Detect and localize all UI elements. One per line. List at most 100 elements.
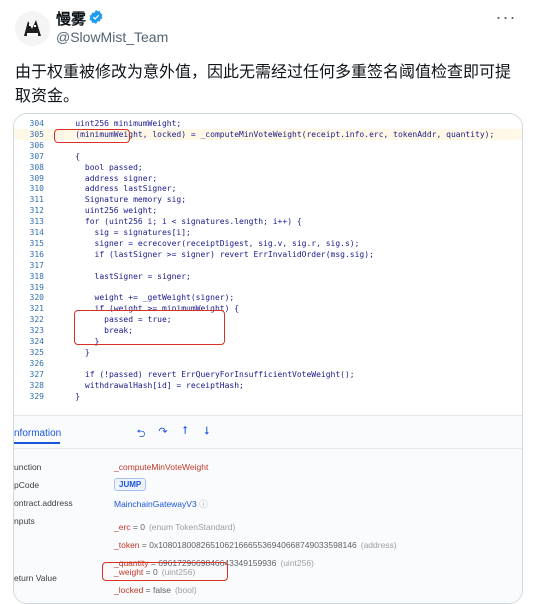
line-number: 318 bbox=[29, 271, 44, 281]
inputs-value: 0x10801800826510621666553694066874903359… bbox=[149, 540, 357, 550]
code-line: 310 address lastSigner; bbox=[14, 183, 522, 194]
code-text: weight += _getWeight(signer); bbox=[56, 293, 235, 303]
step-back-icon[interactable]: ⮌ bbox=[134, 425, 148, 440]
code-line: 325 } bbox=[14, 347, 522, 358]
line-number: 313 bbox=[29, 217, 44, 227]
code-line: 314 sig = signatures[i]; bbox=[14, 227, 522, 238]
line-number: 306 bbox=[29, 140, 44, 150]
code-line: 313 for (uint256 i; i < signatures.lengt… bbox=[14, 216, 522, 227]
code-line: 315 signer = ecrecover(receiptDigest, si… bbox=[14, 238, 522, 249]
line-number: 314 bbox=[29, 228, 44, 237]
code-panel: 304 uint256 minimumWeight; 305 (minimumWe… bbox=[14, 114, 522, 414]
line-number: 323 bbox=[29, 326, 44, 336]
line-number: 305 bbox=[29, 129, 44, 139]
information-divider bbox=[14, 448, 522, 449]
code-text: Signature memory sig; bbox=[56, 195, 187, 205]
returns-name: _locked bbox=[114, 585, 144, 595]
inputs-row: _erc = 0 (enum TokenStandard) bbox=[114, 522, 235, 532]
information-panel: nformation ⮌ ↷ ⭡ ⭣ unction _computeMinVo… bbox=[14, 416, 522, 603]
line-number: 320 bbox=[29, 293, 44, 303]
line-number: 319 bbox=[29, 282, 44, 292]
line-number: 329 bbox=[29, 391, 44, 401]
inputs-eq: = bbox=[139, 540, 150, 550]
line-number: 304 bbox=[29, 119, 44, 128]
code-line: 307 { bbox=[14, 151, 522, 162]
step-over-icon[interactable]: ↷ bbox=[156, 425, 170, 439]
code-text: uint256 weight; bbox=[56, 206, 158, 216]
line-number: 321 bbox=[29, 304, 44, 314]
code-text: { bbox=[56, 151, 81, 161]
avatar[interactable] bbox=[15, 11, 50, 46]
code-line: 327 if (!passed) revert ErrQueryForInsuf… bbox=[14, 369, 522, 380]
code-line: 319 bbox=[14, 282, 522, 293]
verified-badge-icon bbox=[89, 10, 103, 24]
inputs-name: _token bbox=[114, 540, 140, 550]
author-handle[interactable]: @SlowMist_Team bbox=[56, 29, 168, 45]
inputs-type: (enum TokenStandard) bbox=[148, 522, 236, 532]
inputs-value: 0 bbox=[140, 522, 145, 532]
code-text: bool passed; bbox=[56, 162, 143, 172]
inputs-type: (uint256) bbox=[280, 558, 314, 568]
code-line: 317 bbox=[14, 260, 522, 271]
returns-value: false bbox=[153, 585, 171, 595]
label-inputs: nputs bbox=[14, 516, 35, 526]
code-line: 329 } bbox=[14, 391, 522, 402]
code-line: 320 weight += _getWeight(signer); bbox=[14, 292, 522, 303]
code-text: } bbox=[56, 391, 81, 401]
code-line: 309 address signer; bbox=[14, 173, 522, 184]
label-opcode: pCode bbox=[14, 480, 40, 490]
code-text: uint256 minimumWeight; bbox=[56, 119, 182, 128]
tweet-text: 由于权重被修改为意外值，因此无需经过任何多重签名阈值检查即可提取资金。 bbox=[15, 62, 512, 105]
step-down-icon[interactable]: ⭣ bbox=[200, 425, 214, 439]
code-line: 311 Signature memory sig; bbox=[14, 194, 522, 205]
info-circle-icon[interactable]: ⓘ bbox=[199, 499, 208, 509]
line-number: 310 bbox=[29, 184, 44, 194]
line-number: 327 bbox=[29, 369, 44, 379]
inputs-type: (address) bbox=[360, 540, 397, 550]
line-number: 316 bbox=[29, 249, 44, 259]
code-text: if (!passed) revert ErrQueryForInsuffici… bbox=[56, 369, 355, 379]
returns-eq: = bbox=[143, 585, 153, 595]
label-function: unction bbox=[14, 462, 42, 472]
label-contract-address: ontract.address bbox=[14, 498, 73, 508]
returns-row: _locked = false (bool) bbox=[114, 585, 197, 595]
step-up-icon[interactable]: ⭡ bbox=[178, 425, 192, 439]
code-text: address signer; bbox=[56, 173, 158, 183]
annotation-box-minimum-weight bbox=[54, 129, 130, 143]
code-line: 312 uint256 weight; bbox=[14, 205, 522, 216]
function-value: _computeMinVoteWeight bbox=[114, 462, 209, 472]
line-number: 308 bbox=[29, 162, 44, 172]
line-number: 325 bbox=[29, 347, 44, 357]
line-number: 309 bbox=[29, 173, 44, 183]
code-text: signer = ecrecover(receiptDigest, sig.v,… bbox=[56, 238, 360, 248]
slowmist-logo-icon bbox=[15, 11, 50, 46]
code-text: sig = signatures[i]; bbox=[56, 228, 191, 237]
opcode-value: JUMP bbox=[114, 478, 147, 491]
inputs-name: _erc bbox=[114, 522, 131, 532]
author-name[interactable]: 慢雾 bbox=[56, 8, 86, 29]
code-line: 308 bool passed; bbox=[14, 162, 522, 173]
code-text: withdrawalHash[id] = receiptHash; bbox=[56, 380, 244, 390]
code-line: 318 lastSigner = signer; bbox=[14, 271, 522, 282]
contract-link[interactable]: MainchainGatewayV3 bbox=[114, 499, 197, 509]
line-number: 317 bbox=[29, 260, 44, 270]
code-text: address lastSigner; bbox=[56, 184, 177, 194]
line-number: 328 bbox=[29, 380, 44, 390]
code-text: for (uint256 i; i < signatures.length; i… bbox=[56, 217, 302, 227]
label-return-value: eturn Value bbox=[14, 573, 57, 583]
line-number: 311 bbox=[29, 195, 44, 205]
contract-value: MainchainGatewayV3 ⓘ bbox=[114, 498, 208, 510]
annotation-box-weight-zero bbox=[102, 562, 228, 581]
code-line: 328 withdrawalHash[id] = receiptHash; bbox=[14, 380, 522, 391]
opcode-chip: JUMP bbox=[114, 478, 147, 491]
line-number: 312 bbox=[29, 206, 44, 216]
line-number: 322 bbox=[29, 315, 44, 325]
line-number: 307 bbox=[29, 151, 44, 161]
line-number: 315 bbox=[29, 238, 44, 248]
code-line: 326 bbox=[14, 358, 522, 369]
more-options-button[interactable]: ··· bbox=[495, 8, 517, 30]
tweet-media-image[interactable]: 304 uint256 minimumWeight; 305 (minimumWe… bbox=[13, 113, 523, 604]
tab-information[interactable]: nformation bbox=[14, 428, 61, 439]
returns-type: (bool) bbox=[174, 585, 197, 595]
line-number: 324 bbox=[29, 337, 44, 346]
